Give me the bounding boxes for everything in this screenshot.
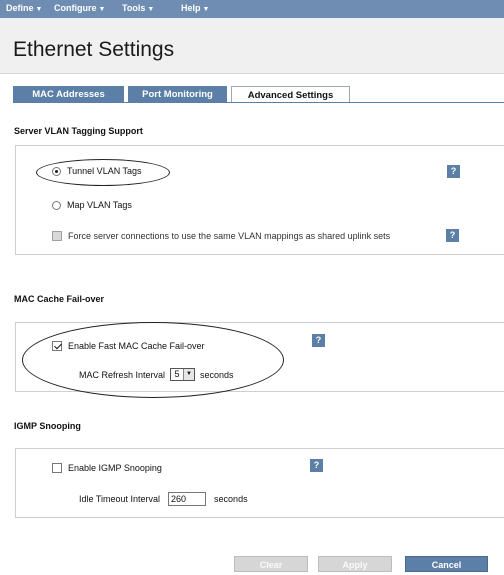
enable-igmp-snooping-checkbox[interactable] (52, 463, 62, 473)
enable-igmp-snooping-option[interactable]: Enable IGMP Snooping (52, 463, 162, 473)
idle-timeout-row: Idle Timeout Interval 260 seconds (79, 492, 248, 506)
map-vlan-tags-label: Map VLAN Tags (67, 200, 132, 210)
force-vlan-mapping-checkbox[interactable] (52, 231, 62, 241)
menu-help-label: Help (181, 3, 201, 13)
menu-help[interactable]: Help ▼ (181, 3, 209, 13)
menu-tools-label: Tools (122, 3, 146, 13)
section-heading-vlan: Server VLAN Tagging Support (14, 126, 143, 136)
menu-tools[interactable]: Tools ▼ (122, 3, 154, 13)
igmp-panel (15, 448, 504, 518)
highlight-ellipse (36, 159, 170, 186)
map-vlan-tags-option[interactable]: Map VLAN Tags (52, 200, 132, 210)
page-title: Ethernet Settings (13, 38, 175, 61)
idle-timeout-label: Idle Timeout Interval (79, 494, 161, 504)
chevron-down-icon: ▼ (35, 6, 43, 13)
menu-configure[interactable]: Configure ▼ (54, 3, 105, 13)
tab-mac-addresses[interactable]: MAC Addresses (13, 86, 124, 103)
apply-button[interactable]: Apply (318, 556, 392, 572)
help-icon-force[interactable]: ? (446, 229, 459, 242)
idle-timeout-input[interactable]: 260 (168, 492, 207, 506)
menu-configure-label: Configure (54, 3, 97, 13)
chevron-down-icon: ▼ (147, 6, 155, 13)
idle-timeout-unit: seconds (214, 494, 248, 504)
menu-bar: Define ▼ Configure ▼ Tools ▼ Help ▼ (0, 0, 504, 18)
highlight-ellipse (22, 322, 284, 398)
chevron-down-icon: ▼ (202, 6, 210, 13)
tab-advanced-settings[interactable]: Advanced Settings (231, 86, 350, 103)
enable-igmp-snooping-label: Enable IGMP Snooping (68, 463, 162, 473)
force-vlan-mapping-option[interactable]: Force server connections to use the same… (52, 231, 390, 241)
clear-button[interactable]: Clear (234, 556, 308, 572)
menu-define-label: Define (6, 3, 34, 13)
chevron-down-icon: ▼ (98, 6, 106, 13)
tab-underline (13, 102, 504, 103)
help-icon-mac-cache[interactable]: ? (312, 334, 325, 347)
force-vlan-mapping-label: Force server connections to use the same… (68, 231, 391, 241)
tab-port-monitoring[interactable]: Port Monitoring (128, 86, 227, 103)
section-heading-mac-cache: MAC Cache Fail-over (14, 294, 105, 304)
section-heading-igmp: IGMP Snooping (14, 421, 81, 431)
help-icon-vlan[interactable]: ? (447, 165, 460, 178)
cancel-button[interactable]: Cancel (405, 556, 488, 572)
menu-define[interactable]: Define ▼ (6, 3, 42, 13)
map-vlan-tags-radio[interactable] (52, 200, 61, 210)
help-icon-igmp[interactable]: ? (310, 459, 323, 472)
